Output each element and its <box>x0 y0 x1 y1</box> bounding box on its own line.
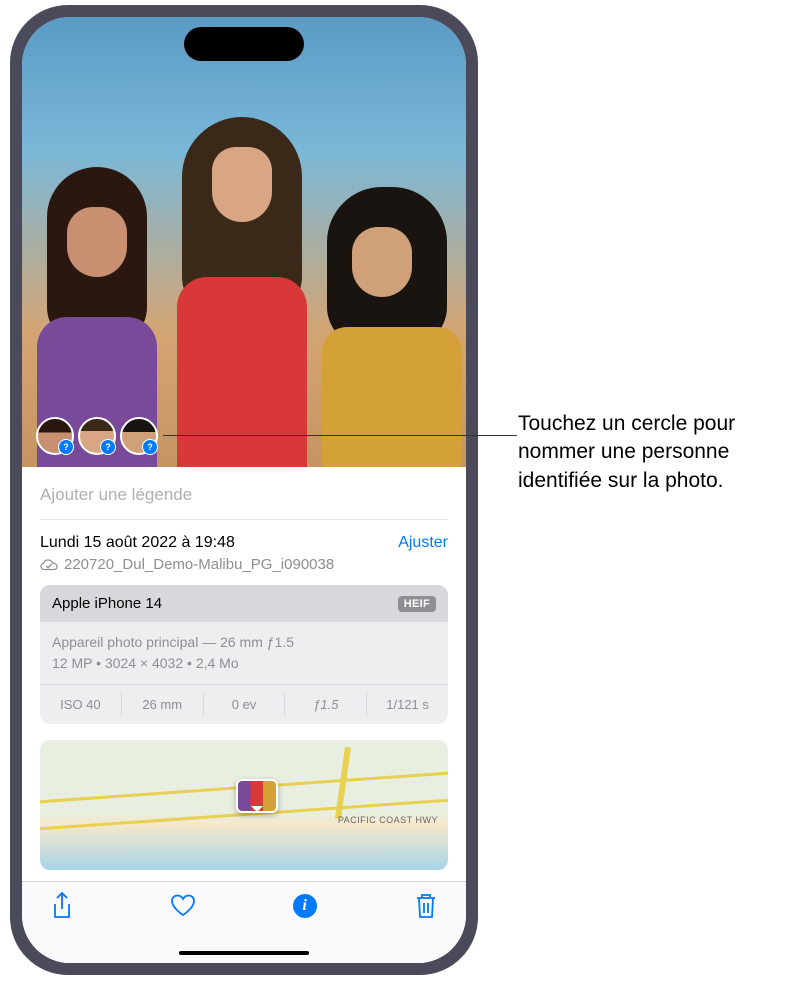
photo-content <box>22 17 466 467</box>
filename-row: 220720_Dul_Demo-Malibu_PG_i090038 <box>40 556 448 585</box>
map-road-label: PACIFIC COAST HWY <box>338 815 438 825</box>
camera-details: Appareil photo principal — 26 mm ƒ1.5 12… <box>40 622 448 684</box>
spec-ev: 0 ev <box>204 693 286 716</box>
filename-text: 220720_Dul_Demo-Malibu_PG_i090038 <box>64 556 334 573</box>
favorite-button[interactable] <box>169 892 197 920</box>
cloud-check-icon <box>40 558 58 572</box>
dynamic-island <box>184 27 304 61</box>
camera-header: Apple iPhone 14 HEIF <box>40 585 448 622</box>
info-panel: Ajouter une légende Lundi 15 août 2022 à… <box>22 467 466 870</box>
adjust-button[interactable]: Ajuster <box>398 534 448 552</box>
callout-leader-line <box>163 435 517 436</box>
photo-preview[interactable] <box>22 17 466 467</box>
phone-frame: Ajouter une légende Lundi 15 août 2022 à… <box>10 5 478 975</box>
camera-device-name: Apple iPhone 14 <box>52 595 162 612</box>
heart-icon <box>170 894 196 918</box>
camera-specs-row: ISO 40 26 mm 0 ev ƒ1.5 1/121 s <box>40 684 448 724</box>
callout-text: Touchez un cercle pour nommer une person… <box>518 410 778 495</box>
person-figure-2 <box>162 117 322 467</box>
phone-screen: Ajouter une légende Lundi 15 août 2022 à… <box>22 17 466 963</box>
detected-faces-row <box>36 417 158 455</box>
face-circle-3[interactable] <box>120 417 158 455</box>
date-row: Lundi 15 août 2022 à 19:48 Ajuster <box>40 520 448 556</box>
camera-lens: Appareil photo principal — 26 mm ƒ1.5 <box>52 632 436 653</box>
face-circle-1[interactable] <box>36 417 74 455</box>
info-button[interactable]: i <box>291 892 319 920</box>
spec-focal: 26 mm <box>122 693 204 716</box>
spec-aperture: ƒ1.5 <box>285 693 367 716</box>
person-figure-3 <box>317 187 466 467</box>
home-indicator[interactable] <box>179 951 309 955</box>
format-badge: HEIF <box>398 596 436 612</box>
spec-iso: ISO 40 <box>40 693 122 716</box>
trash-icon <box>415 893 437 919</box>
map-photo-pin[interactable] <box>236 779 278 813</box>
delete-button[interactable] <box>412 892 440 920</box>
share-icon <box>51 892 73 920</box>
share-button[interactable] <box>48 892 76 920</box>
photo-date: Lundi 15 août 2022 à 19:48 <box>40 534 235 552</box>
face-circle-2[interactable] <box>78 417 116 455</box>
caption-input[interactable]: Ajouter une légende <box>40 467 448 520</box>
camera-resolution: 12 MP • 3024 × 4032 • 2,4 Mo <box>52 653 436 674</box>
spec-shutter: 1/121 s <box>367 693 448 716</box>
location-map[interactable]: PACIFIC COAST HWY <box>40 740 448 870</box>
camera-info-card[interactable]: Apple iPhone 14 HEIF Appareil photo prin… <box>40 585 448 724</box>
info-icon: i <box>293 894 317 918</box>
